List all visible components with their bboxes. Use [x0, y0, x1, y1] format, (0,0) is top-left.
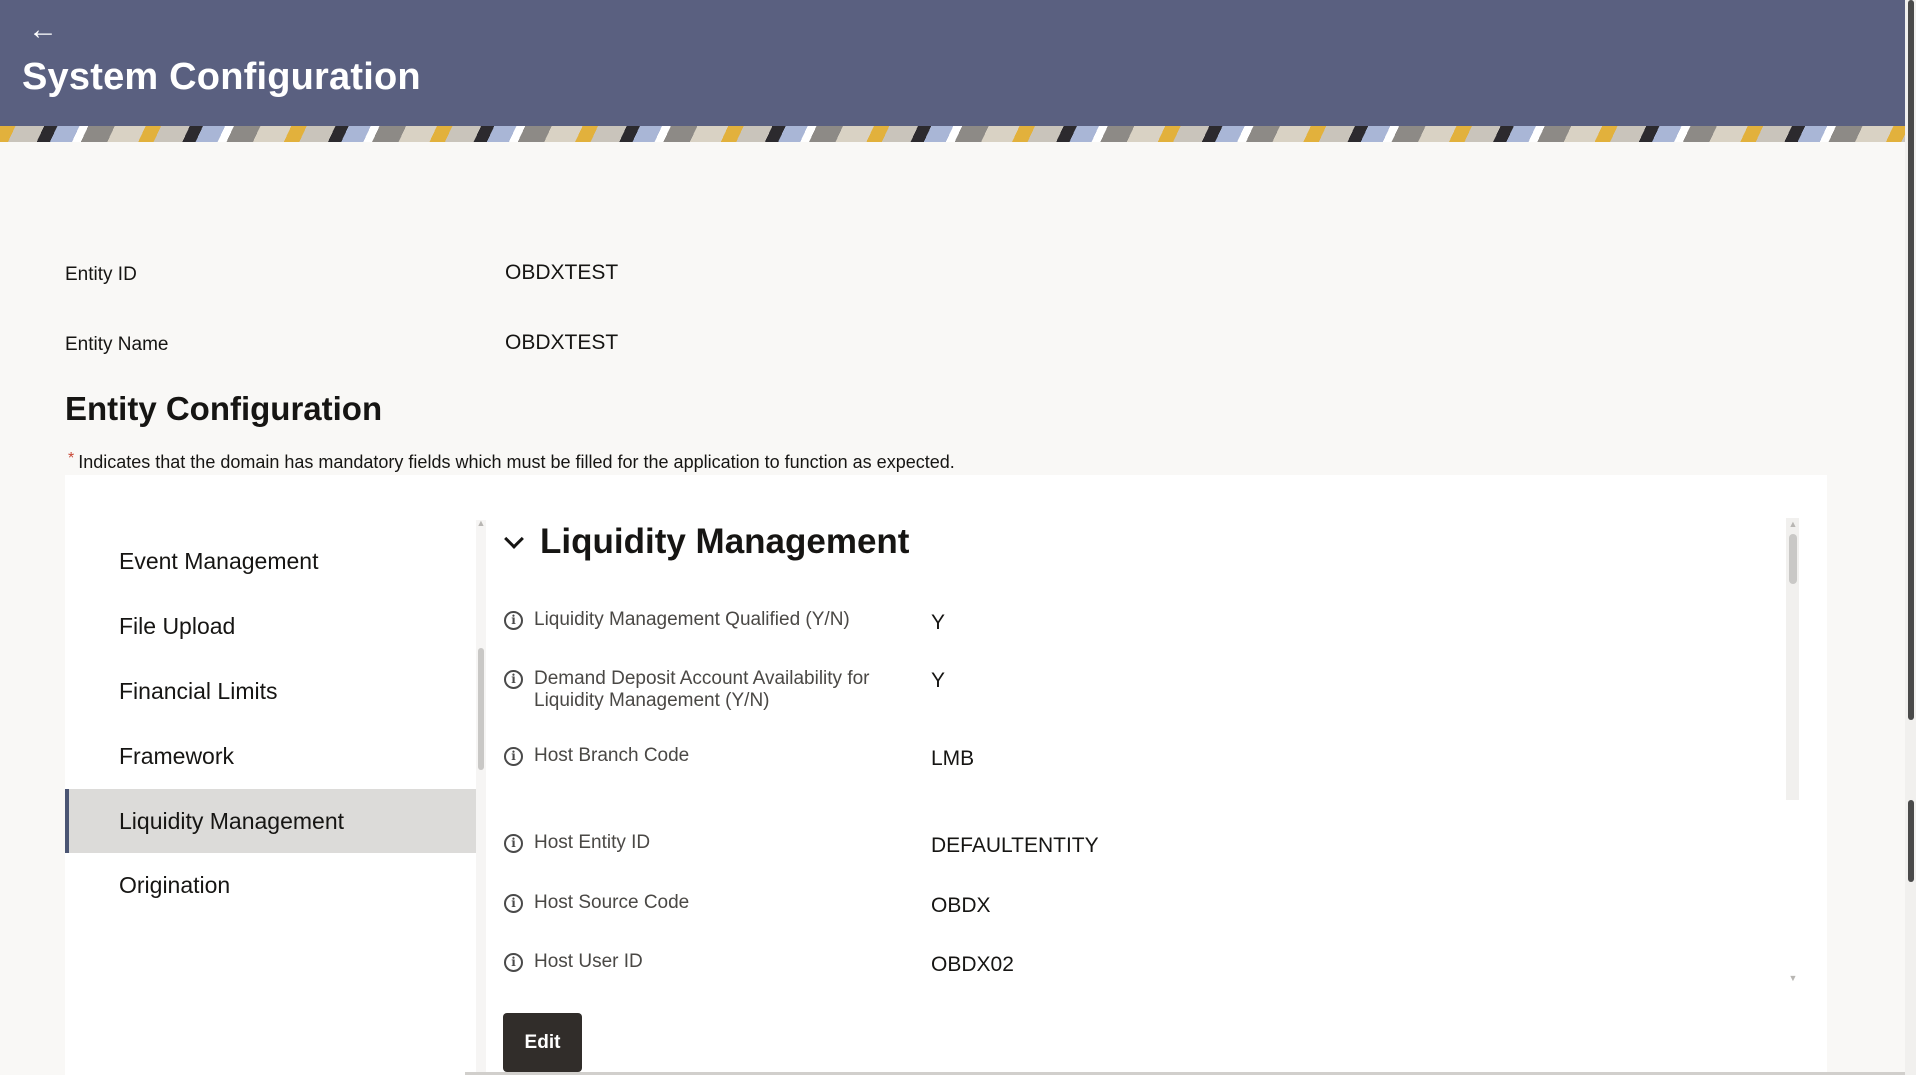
field-label: Host Entity ID	[534, 832, 651, 853]
entity-id-value: OBDXTEST	[505, 261, 619, 284]
sidebar-item-label: Financial Limits	[119, 678, 278, 704]
field-value: LMB	[931, 747, 975, 770]
section-title: Entity Configuration	[65, 390, 383, 427]
page-scrollbar-thumb[interactable]	[1908, 0, 1914, 720]
sidebar-scrollbar[interactable]	[476, 520, 486, 1075]
info-icon[interactable]: i	[504, 953, 523, 972]
info-icon[interactable]: i	[504, 670, 523, 689]
field-value: OBDX02	[931, 953, 1014, 976]
mandatory-star: *	[68, 450, 75, 467]
field-value: DEFAULTENTITY	[931, 834, 1099, 857]
sidebar-scrollbar-thumb[interactable]	[478, 648, 484, 770]
section-header-liquidity-management[interactable]: Liquidity Management	[500, 520, 909, 564]
sidebar-item-framework[interactable]: Framework	[65, 724, 477, 788]
page-header: ← System Configuration	[0, 0, 1905, 142]
entity-id-label: Entity ID	[65, 264, 137, 285]
sidebar-item-financial-limits[interactable]: Financial Limits	[65, 659, 477, 723]
page: ← System Configuration Entity ID OBDXTES…	[0, 0, 1916, 1075]
back-arrow-icon[interactable]: ←	[28, 12, 64, 48]
sidebar-item-label: File Upload	[119, 613, 236, 639]
field-value: Y	[931, 669, 946, 692]
field-label: Host User ID	[534, 951, 643, 972]
field-label: Demand Deposit Account Availability for …	[534, 668, 870, 711]
sidebar-item-file-upload[interactable]: File Upload	[65, 594, 477, 658]
info-icon[interactable]: i	[504, 611, 523, 630]
entity-name-label: Entity Name	[65, 334, 169, 355]
content-scroll-up-icon[interactable]: ▲	[1788, 519, 1798, 529]
mandatory-note-text: Indicates that the domain has mandatory …	[78, 452, 955, 472]
info-icon[interactable]: i	[504, 747, 523, 766]
edit-button[interactable]: Edit	[503, 1013, 582, 1072]
mandatory-note: * Indicates that the domain has mandatory…	[68, 450, 955, 473]
sidebar-item-label: Origination	[119, 872, 231, 898]
content-title: Liquidity Management	[540, 522, 910, 561]
field-label: Liquidity Management Qualified (Y/N)	[534, 609, 850, 630]
content-scrollbar-thumb[interactable]	[1789, 534, 1797, 584]
sidebar-item-liquidity-management[interactable]: Liquidity Management	[65, 789, 477, 853]
info-icon[interactable]: i	[504, 834, 523, 853]
field-label: Host Branch Code	[534, 745, 690, 766]
sidebar-item-origination[interactable]: Origination	[65, 853, 477, 917]
sidebar-scroll-up-icon[interactable]: ▲	[476, 518, 486, 528]
info-icon[interactable]: i	[504, 894, 523, 913]
entity-name-value: OBDXTEST	[505, 331, 619, 354]
field-label: Host Source Code	[534, 892, 690, 913]
sidebar-item-event-management[interactable]: Event Management	[65, 529, 477, 593]
page-scrollbar-thumb-secondary[interactable]	[1908, 800, 1914, 882]
sidebar-item-label: Event Management	[119, 548, 319, 574]
page-title: System Configuration	[22, 56, 421, 98]
decorative-banner	[0, 126, 1905, 142]
sidebar-item-label: Framework	[119, 743, 235, 769]
content-scroll-down-icon[interactable]: ▼	[1788, 973, 1798, 983]
sidebar-item-label: Liquidity Management	[119, 808, 345, 834]
field-value: Y	[931, 611, 946, 634]
field-value: OBDX	[931, 894, 991, 917]
chevron-down-icon[interactable]	[500, 528, 528, 556]
